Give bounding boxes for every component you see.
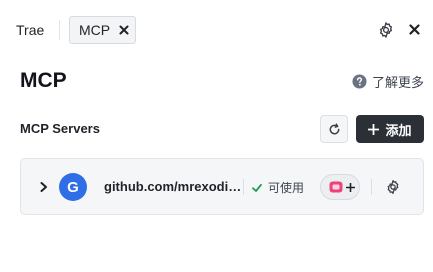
top-bar: Trae MCP xyxy=(0,0,433,61)
tab-trae[interactable]: Trae xyxy=(16,21,44,39)
server-card[interactable]: G github.com/mrexodia/ida-pro-mcp 可使用 xyxy=(20,158,424,215)
page-title: MCP xyxy=(20,69,67,92)
tab-mcp[interactable]: MCP xyxy=(69,16,136,44)
plus-icon xyxy=(368,123,380,135)
tab-mcp-label: MCP xyxy=(79,22,111,38)
refresh-button[interactable] xyxy=(320,115,348,143)
add-tool-button[interactable] xyxy=(320,174,360,200)
divider xyxy=(371,179,372,195)
tab-separator xyxy=(59,20,60,40)
check-icon xyxy=(252,183,262,192)
divider xyxy=(243,179,244,195)
gear-icon[interactable] xyxy=(377,21,395,39)
server-name: github.com/mrexodia/ida-pro-mcp xyxy=(104,179,242,194)
learn-more-link[interactable]: 了解更多 xyxy=(352,73,425,90)
gear-icon[interactable] xyxy=(385,179,401,195)
add-button-label: 添加 xyxy=(385,122,412,138)
avatar: G xyxy=(59,173,87,201)
chevron-right-icon[interactable] xyxy=(40,182,48,192)
close-icon[interactable] xyxy=(409,24,420,35)
add-server-button[interactable]: 添加 xyxy=(356,115,424,143)
status-badge: 可使用 xyxy=(252,179,304,196)
status-label: 可使用 xyxy=(268,181,305,195)
help-circle-icon xyxy=(352,73,367,89)
learn-more-label: 了解更多 xyxy=(372,74,425,90)
plus-icon xyxy=(346,183,355,192)
close-icon[interactable] xyxy=(118,24,130,36)
tool-app-icon xyxy=(329,181,343,193)
refresh-icon xyxy=(329,122,339,134)
section-title: MCP Servers xyxy=(20,121,100,136)
